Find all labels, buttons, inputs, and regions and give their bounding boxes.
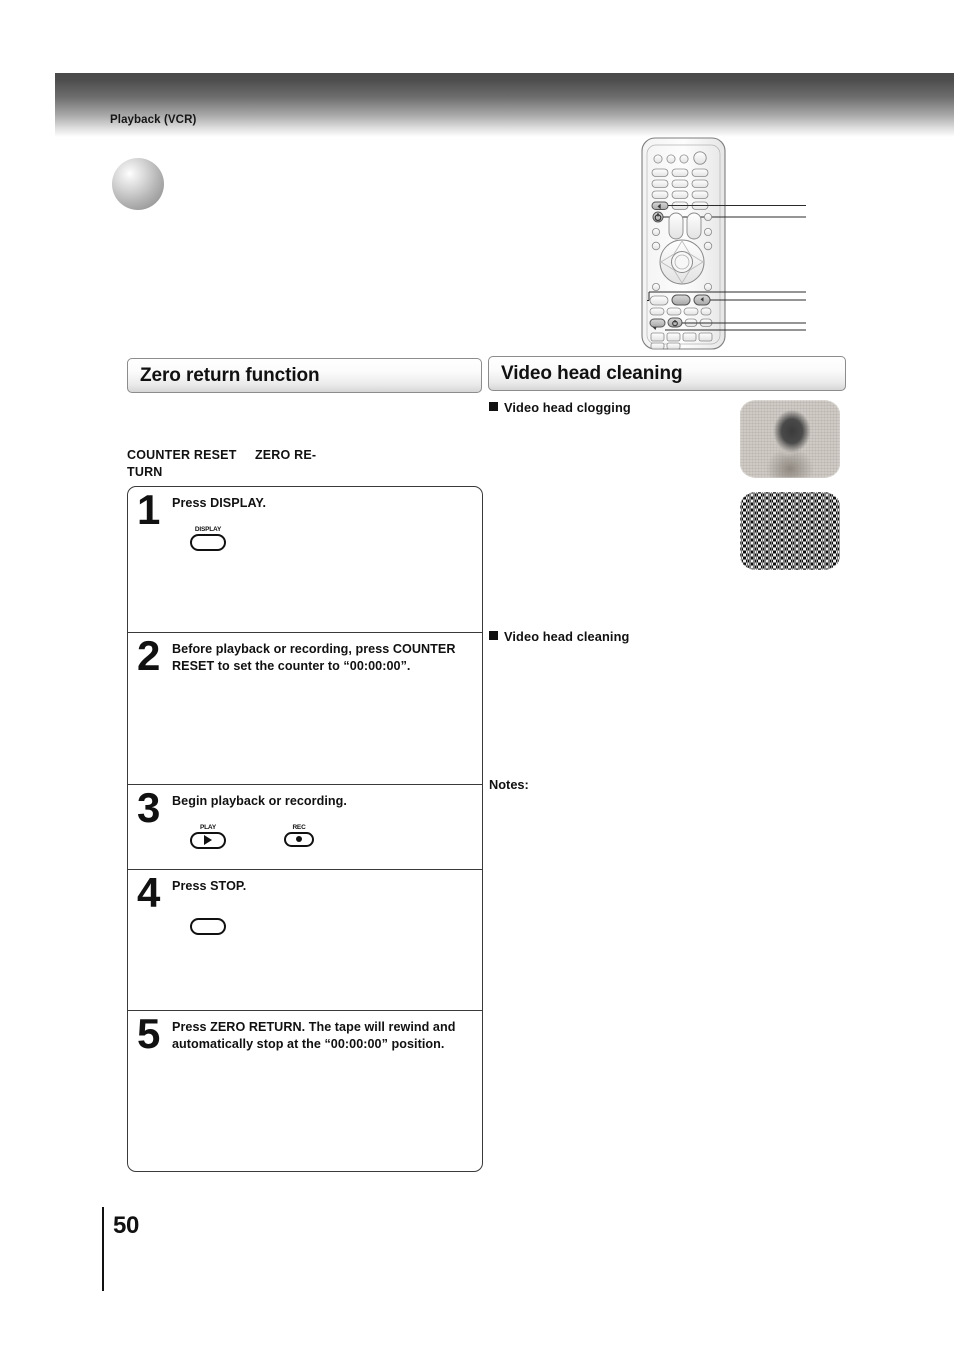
- sphere-bullet-icon: [112, 158, 164, 210]
- step-number: 1: [137, 486, 161, 533]
- step-item: 2 Before playback or recording, press CO…: [128, 633, 482, 785]
- page-number: 50: [113, 1212, 140, 1239]
- step-text: Press DISPLAY.: [172, 496, 267, 510]
- section-heading-video-head-cleaning: Video head cleaning: [488, 356, 846, 391]
- step-number: 2: [137, 632, 161, 679]
- keyword-zero-return-b: TURN: [127, 465, 163, 479]
- remote-control-illustration: [636, 136, 816, 351]
- step-text: Before playback or recording, press COUN…: [172, 642, 456, 673]
- step-number: 5: [137, 1010, 161, 1057]
- notes-body: [489, 800, 714, 1100]
- step-text: Press STOP.: [172, 879, 247, 893]
- step-item: 3 Begin playback or recording. PLAY REC: [128, 785, 482, 870]
- rec-button-caption: REC: [292, 823, 306, 831]
- play-button-shape: [190, 831, 226, 849]
- step-text: Press ZERO RETURN. The tape will rewind …: [172, 1020, 456, 1051]
- running-head-title: Playback (VCR): [110, 114, 197, 126]
- step-item: 5 Press ZERO RETURN. The tape will rewin…: [128, 1011, 482, 1171]
- procedure-steps-box: 1 Press DISPLAY. DISPLAY 2 Before playba…: [127, 486, 483, 1172]
- notes-label: Notes:: [489, 777, 529, 792]
- page-header-band: [55, 73, 954, 137]
- rec-button-shape: [284, 831, 314, 847]
- section-heading-right-label: Video head cleaning: [501, 362, 683, 384]
- section-heading-zero-return: Zero return function: [127, 358, 482, 393]
- display-button-illustration: DISPLAY: [190, 526, 226, 551]
- video-head-cleaning-body: [489, 653, 714, 763]
- step-button-illustrations: [172, 917, 472, 951]
- rec-button-illustration: REC: [284, 824, 314, 847]
- step-number: 3: [137, 784, 161, 831]
- step-number: 4: [137, 869, 161, 916]
- step-text: Begin playback or recording.: [172, 794, 347, 808]
- play-button-illustration: PLAY: [190, 824, 226, 849]
- play-button-caption: PLAY: [200, 823, 216, 831]
- video-head-clogging-body: [489, 424, 714, 614]
- display-button-shape: [190, 533, 226, 551]
- stop-button-illustration: [190, 917, 226, 935]
- step-button-illustrations: DISPLAY: [172, 526, 472, 560]
- step-button-illustrations: PLAY REC: [172, 824, 472, 858]
- subheading-video-head-clogging: Video head clogging: [489, 400, 631, 415]
- keyword-counter-reset: COUNTER RESET: [127, 448, 237, 462]
- tv-screen-snow-noise: [740, 492, 840, 570]
- step-item: 1 Press DISPLAY. DISPLAY: [128, 487, 482, 633]
- tv-screen-normal-picture: [740, 400, 840, 478]
- subheading-video-head-cleaning: Video head cleaning: [489, 629, 629, 644]
- step-item: 4 Press STOP.: [128, 870, 482, 1011]
- play-triangle-icon: [204, 835, 212, 845]
- page-number-rule: [102, 1207, 104, 1291]
- section-heading-left-label: Zero return function: [140, 364, 320, 386]
- keyword-zero-return-a: ZERO RE-: [254, 448, 317, 462]
- stop-button-shape: [190, 917, 226, 935]
- zero-return-intro-paragraph: COUNTER RESET ZERO RE- TURN: [127, 447, 483, 481]
- display-button-caption: DISPLAY: [194, 525, 222, 533]
- record-dot-icon: [296, 836, 302, 842]
